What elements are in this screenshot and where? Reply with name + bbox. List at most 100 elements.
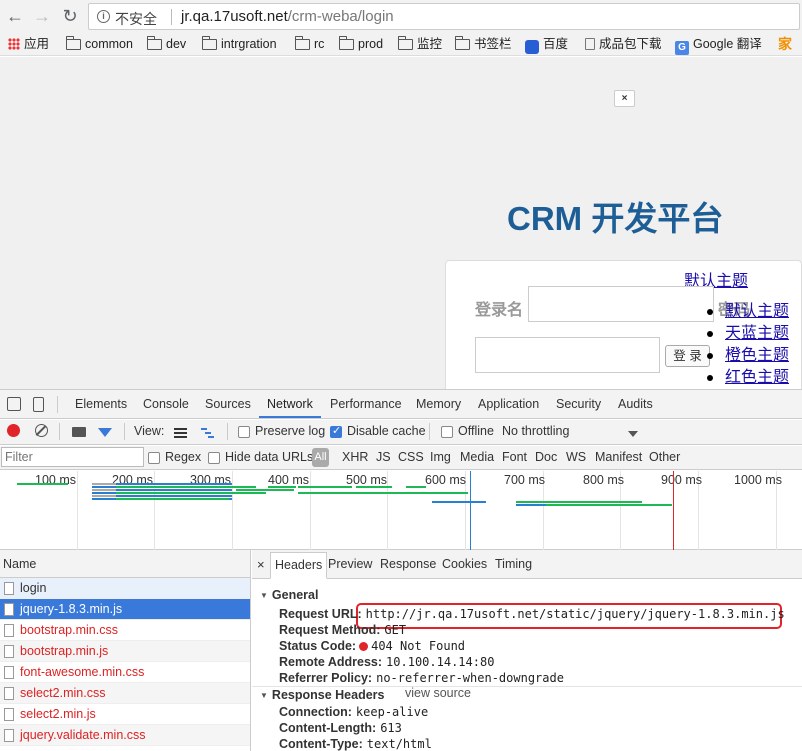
clear-icon[interactable] [35, 424, 48, 437]
bookmark-common[interactable]: common [66, 36, 133, 52]
bookmark-home[interactable]: 家 [778, 36, 792, 52]
request-row[interactable]: jquery-1.8.3.min.js [0, 599, 250, 620]
tab-performance[interactable]: Performance [330, 397, 402, 411]
bookmark-intrgration[interactable]: intrgration [202, 36, 277, 52]
theme-item[interactable]: 天蓝主题 [705, 323, 789, 345]
general-section-header[interactable]: General [260, 588, 319, 602]
filter-type-css[interactable]: CSS [398, 450, 424, 464]
tab-elements[interactable]: Elements [75, 397, 127, 411]
theme-item[interactable]: 默认主题 [705, 301, 789, 323]
content-length-label: Content-Length: [279, 721, 377, 735]
filter-type-manifest[interactable]: Manifest [595, 450, 642, 464]
filter-type-media[interactable]: Media [460, 450, 494, 464]
url-text[interactable]: jr.qa.17usoft.net/crm-weba/login [181, 8, 394, 25]
theme-link[interactable]: 默认主题 [725, 303, 789, 320]
response-headers-section-header[interactable]: Response Headers [260, 688, 385, 702]
filter-type-other[interactable]: Other [649, 450, 680, 464]
filter-type-all[interactable]: All [312, 448, 329, 467]
tab-cookies[interactable]: Cookies [442, 557, 487, 571]
tab-headers[interactable]: Headers [270, 552, 328, 579]
tab-response[interactable]: Response [380, 557, 436, 571]
filter-input[interactable] [1, 447, 144, 467]
bookmark-monitor[interactable]: 监控 [398, 36, 442, 52]
filter-funnel-icon[interactable] [98, 428, 112, 437]
tab-memory[interactable]: Memory [416, 397, 461, 411]
device-toolbar-icon[interactable] [33, 397, 44, 412]
filter-type-ws[interactable]: WS [566, 450, 586, 464]
theme-item[interactable]: 红色主题 [705, 367, 789, 389]
tab-application[interactable]: Application [478, 397, 539, 411]
theme-link[interactable]: 红色主题 [725, 369, 789, 386]
request-row[interactable]: select2.min.css [0, 683, 250, 704]
preserve-log-checkbox[interactable] [238, 426, 250, 438]
tab-console[interactable]: Console [143, 397, 189, 411]
connection-label: Connection: [279, 705, 352, 719]
folder-icon [339, 36, 354, 50]
theme-link[interactable]: 橙色主题 [725, 347, 789, 364]
home-icon: 家 [778, 36, 792, 52]
filter-type-xhr[interactable]: XHR [342, 450, 368, 464]
content-type-value: text/html [366, 737, 432, 751]
chevron-down-icon[interactable] [628, 431, 638, 437]
screenshot-camera-icon[interactable] [72, 427, 86, 437]
filter-type-doc[interactable]: Doc [535, 450, 557, 464]
bookmark-google-translate[interactable]: G Google 翻译 [675, 36, 762, 55]
tab-network[interactable]: Network [267, 397, 313, 411]
back-arrow-icon[interactable]: ← [4, 5, 26, 27]
name-column-header[interactable]: Name [0, 550, 250, 578]
tab-timing[interactable]: Timing [495, 557, 532, 571]
forward-arrow-icon[interactable]: → [31, 5, 53, 27]
waterfall-icon[interactable] [201, 428, 214, 438]
filter-type-img[interactable]: Img [430, 450, 451, 464]
tab-audits[interactable]: Audits [618, 397, 653, 411]
bookmark-rc[interactable]: rc [295, 36, 324, 52]
security-label[interactable]: 不安全 [115, 9, 157, 29]
request-row[interactable]: bootstrap.min.css [0, 620, 250, 641]
regex-checkbox[interactable] [148, 452, 160, 464]
bookmark-prod[interactable]: prod [339, 36, 383, 52]
bookmark-dev[interactable]: dev [147, 36, 186, 52]
close-button[interactable]: × [614, 90, 635, 107]
timeline-tick: 500 ms [346, 473, 387, 487]
bookmark-label: 监控 [417, 37, 443, 51]
offline-checkbox[interactable] [441, 426, 453, 438]
bookmark-bookmarks-bar[interactable]: 书签栏 [455, 36, 512, 52]
theme-item[interactable]: 橙色主题 [705, 345, 789, 367]
login-button[interactable]: 登 录 [665, 345, 710, 367]
tab-security[interactable]: Security [556, 397, 601, 411]
close-icon[interactable]: × [257, 557, 265, 572]
request-name: login [20, 581, 47, 595]
disable-cache-checkbox[interactable] [330, 424, 342, 438]
divider [429, 423, 430, 440]
folder-icon [295, 36, 310, 50]
filter-type-js[interactable]: JS [376, 450, 391, 464]
filter-type-font[interactable]: Font [502, 450, 527, 464]
bookmark-label: prod [358, 37, 384, 51]
large-rows-icon[interactable] [174, 428, 187, 438]
tab-sources[interactable]: Sources [205, 397, 251, 411]
bookmark-package-download[interactable]: 成品包下载 [585, 36, 662, 52]
request-row[interactable]: login [0, 578, 250, 599]
view-source-link[interactable]: view source [405, 686, 471, 700]
info-icon[interactable]: i [97, 10, 110, 23]
request-row[interactable]: jquery.validate.min.css [0, 725, 250, 746]
tab-preview[interactable]: Preview [328, 557, 372, 571]
throttling-select[interactable]: No throttling [502, 424, 569, 438]
theme-link[interactable]: 天蓝主题 [725, 325, 789, 342]
inspect-element-icon[interactable] [7, 397, 21, 411]
bookmark-apps[interactable]: 应用 [8, 36, 49, 52]
password-input[interactable] [475, 337, 660, 373]
paw-icon: 🐾 [525, 40, 539, 54]
url-box[interactable]: i 不安全 jr.qa.17usoft.net/crm-weba/login [88, 3, 800, 30]
request-name: jquery-1.8.3.min.js [20, 602, 123, 616]
network-overview-timeline[interactable]: 100 ms 200 ms 300 ms 400 ms 500 ms 600 m… [0, 471, 802, 550]
record-icon[interactable] [7, 424, 20, 437]
request-row[interactable]: select2.min.js [0, 704, 250, 725]
reload-icon[interactable]: ↻ [59, 5, 81, 27]
request-row[interactable]: bootstrap.min.js [0, 641, 250, 662]
login-name-input[interactable] [528, 286, 714, 322]
bookmark-baidu[interactable]: 🐾 百度 [525, 36, 568, 54]
hide-data-urls-checkbox[interactable] [208, 452, 220, 464]
request-row[interactable]: font-awesome.min.css [0, 662, 250, 683]
timeline-tick: 700 ms [504, 473, 545, 487]
